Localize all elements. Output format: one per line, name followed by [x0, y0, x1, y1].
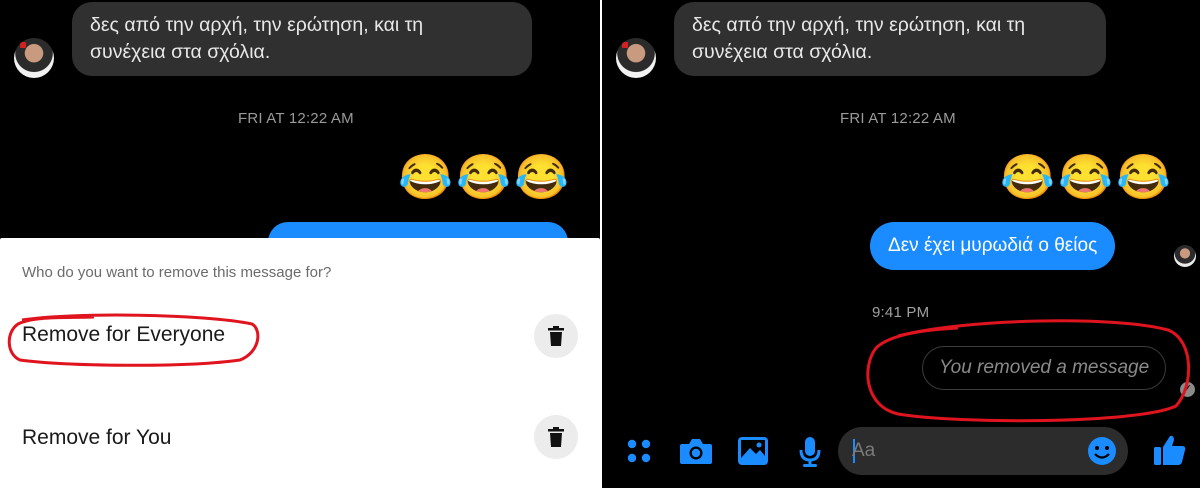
remove-for-everyone-option[interactable]: Remove for Everyone	[22, 323, 225, 347]
delivered-check-icon: ✓	[1180, 382, 1195, 397]
remove-prompt: Who do you want to remove this message f…	[22, 264, 332, 281]
tears-of-joy-emoji: 😂	[1058, 153, 1113, 202]
incoming-message-line1: δες από την αρχή, την ερώτηση, και τη	[90, 14, 424, 36]
emoji-message[interactable]: 😂 😂 😂	[398, 152, 569, 204]
tears-of-joy-emoji: 😂	[514, 153, 569, 202]
message-input[interactable]	[852, 427, 1072, 475]
incoming-message-bubble[interactable]: δες από την αρχή, την ερώτηση, και τη συ…	[674, 2, 1106, 76]
tears-of-joy-emoji: 😂	[1000, 153, 1055, 202]
image-icon[interactable]	[736, 434, 770, 468]
incoming-message-line2: συνέχεια στα σχόλια.	[692, 41, 873, 63]
apps-icon[interactable]	[624, 436, 654, 466]
removed-message-notice[interactable]: You removed a message	[922, 346, 1167, 390]
tears-of-joy-emoji: 😂	[398, 153, 453, 202]
remove-message-sheet: Who do you want to remove this message f…	[0, 238, 600, 488]
right-screenshot: δες από την αρχή, την ερώτηση, και τη συ…	[602, 0, 1200, 488]
tears-of-joy-emoji: 😂	[456, 153, 511, 202]
read-receipt-avatar	[1174, 245, 1196, 267]
tears-of-joy-emoji: 😂	[1116, 153, 1171, 202]
trash-icon[interactable]	[534, 415, 578, 459]
left-screenshot: δες από την αρχή, την ερώτηση, και τη συ…	[0, 0, 600, 488]
trash-icon[interactable]	[534, 314, 578, 358]
message-timestamp: FRI AT 12:22 AM	[840, 110, 956, 127]
message-timestamp: FRI AT 12:22 AM	[238, 110, 354, 127]
incoming-message-line1: δες από την αρχή, την ερώτηση, και τη	[692, 14, 1026, 36]
remove-for-you-option[interactable]: Remove for You	[22, 426, 171, 450]
emoji-icon[interactable]	[1086, 435, 1118, 467]
camera-icon[interactable]	[678, 434, 714, 468]
microphone-icon[interactable]	[796, 434, 824, 470]
incoming-message-line2: συνέχεια στα σχόλια.	[90, 41, 271, 63]
emoji-message[interactable]: 😂 😂 😂	[1000, 152, 1171, 204]
message-input-box[interactable]	[838, 427, 1128, 475]
sender-avatar[interactable]	[14, 38, 54, 78]
sender-avatar[interactable]	[616, 38, 656, 78]
incoming-message-bubble[interactable]: δες από την αρχή, την ερώτηση, και τη συ…	[72, 2, 532, 76]
sent-time: 9:41 PM	[872, 304, 930, 321]
outgoing-message-bubble[interactable]: Δεν έχει μυρωδιά ο θείος	[870, 222, 1116, 270]
thumbs-up-icon[interactable]	[1150, 430, 1190, 470]
